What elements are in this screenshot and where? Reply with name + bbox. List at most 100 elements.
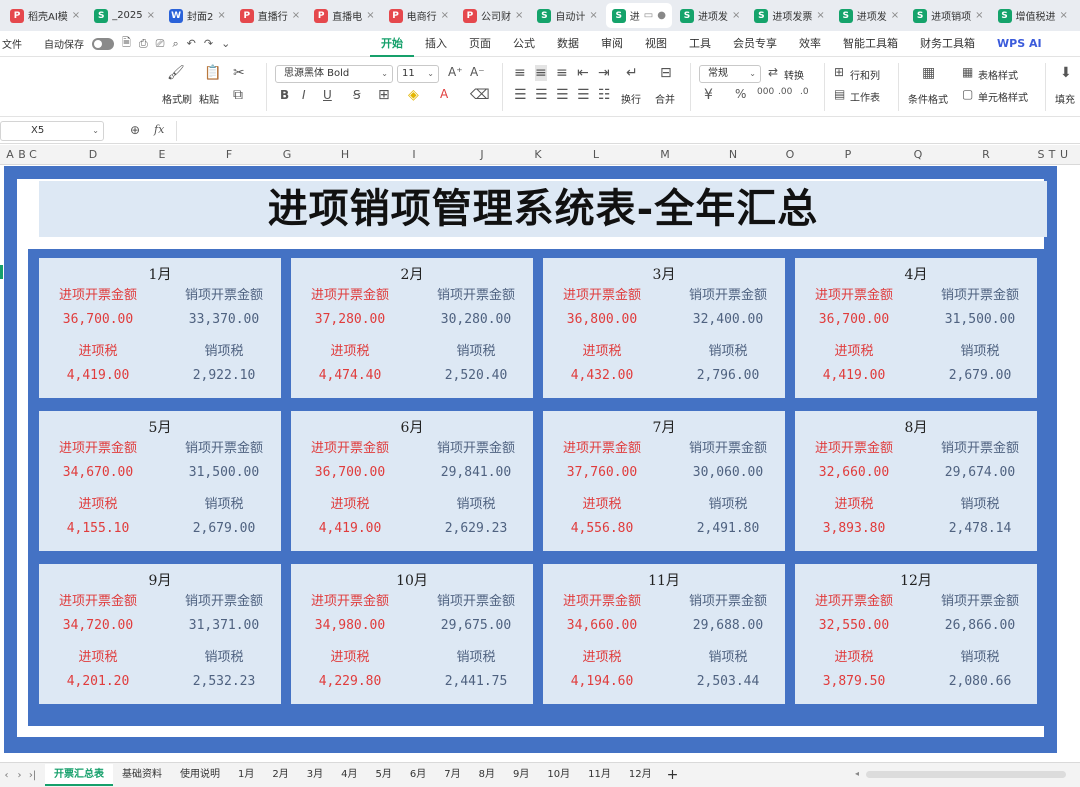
column-header[interactable]: A (4, 145, 16, 165)
document-tab[interactable]: W 封面2 × (163, 3, 232, 28)
menu-tab[interactable]: 公式 (502, 31, 546, 57)
copy-icon[interactable]: ⧉ (233, 87, 243, 103)
underline-icon[interactable]: U (323, 88, 332, 102)
menu-tab[interactable]: 财务工具箱 (909, 31, 986, 57)
file-menu[interactable]: 文件 (2, 36, 22, 51)
prev-sheet-icon[interactable]: › (13, 770, 26, 781)
close-icon[interactable]: × (72, 10, 80, 21)
paste-button[interactable]: 粘贴 (199, 91, 219, 106)
distribute-icon[interactable]: ☷ (598, 87, 611, 103)
menu-tab[interactable]: 视图 (634, 31, 678, 57)
sheet-tab[interactable]: 10月 (538, 764, 579, 786)
column-header[interactable]: U (1058, 145, 1070, 165)
menu-tab[interactable]: 工具 (678, 31, 722, 57)
document-tab[interactable]: P 公司财 × (457, 3, 529, 28)
first-sheet-icon[interactable]: ‹ (0, 770, 13, 781)
close-icon[interactable]: × (816, 10, 824, 21)
merge-icon[interactable]: ⊟ (660, 65, 672, 81)
column-header[interactable]: O (784, 145, 796, 165)
formula-input[interactable] (176, 121, 1076, 141)
align-center-icon[interactable]: ☰ (535, 87, 548, 103)
column-header[interactable]: F (223, 145, 235, 165)
document-tab[interactable]: S 增值税进 × (992, 3, 1074, 28)
format-painter-icon[interactable]: 🖌 (167, 65, 185, 81)
close-icon[interactable]: × (217, 10, 225, 21)
paste-icon[interactable]: 📋 (204, 65, 221, 81)
column-header[interactable]: H (339, 145, 351, 165)
indent-decrease-icon[interactable]: ⇤ (577, 65, 589, 81)
convert-button[interactable]: 转换 (784, 67, 804, 82)
sheet-tab[interactable]: 6月 (401, 764, 435, 786)
save-icon[interactable]: 🗎 (122, 34, 131, 53)
font-name-select[interactable]: 思源黑体 Bold ⌄ (275, 65, 393, 83)
document-tab[interactable]: S 进项发 × (833, 3, 905, 28)
document-tab[interactable]: P 直播电 × (308, 3, 380, 28)
indent-increase-icon[interactable]: ⇥ (598, 65, 610, 81)
column-header[interactable]: D (87, 145, 99, 165)
monitor-icon[interactable]: ▭ (644, 10, 653, 21)
sheet-tab[interactable]: 基础资料 (113, 764, 171, 786)
increase-font-icon[interactable]: A⁺ (448, 65, 463, 79)
wrap-button[interactable]: 换行 (621, 91, 641, 106)
column-header[interactable]: P (842, 145, 854, 165)
align-middle-icon[interactable]: ≡ (535, 65, 547, 81)
decrease-font-icon[interactable]: A⁻ (470, 65, 485, 79)
column-header[interactable]: T (1046, 145, 1058, 165)
close-icon[interactable]: × (589, 10, 597, 21)
close-icon[interactable]: × (1060, 10, 1068, 21)
column-header[interactable]: G (281, 145, 293, 165)
undo-icon[interactable]: ↶ (187, 37, 196, 50)
column-header[interactable]: I (408, 145, 420, 165)
format-painter-button[interactable]: 格式刷 (162, 91, 192, 106)
document-tab[interactable]: S 进项发票 × (748, 3, 830, 28)
fill-color-icon[interactable]: ◈ (408, 87, 419, 103)
document-tab[interactable]: S _2025 × (88, 3, 161, 28)
scroll-left-icon[interactable]: ◂ (855, 769, 859, 778)
sheet-tab[interactable]: 11月 (579, 764, 620, 786)
sheet-tab[interactable]: 5月 (367, 764, 401, 786)
close-icon[interactable]: × (891, 10, 899, 21)
menu-tab[interactable]: 插入 (414, 31, 458, 57)
sheet-tab[interactable]: 开票汇总表 (45, 764, 113, 786)
close-dot-icon[interactable]: ● (657, 10, 666, 21)
sheet-tab[interactable]: 1月 (229, 764, 263, 786)
sheet-tab[interactable]: 2月 (263, 764, 297, 786)
column-header[interactable]: K (532, 145, 544, 165)
strikethrough-icon[interactable]: Ꞩ (353, 88, 361, 102)
rows-cols-button[interactable]: 行和列 (850, 67, 880, 82)
print-icon[interactable]: ⎚ (156, 37, 165, 51)
sheet-tab[interactable]: 4月 (332, 764, 366, 786)
align-right-icon[interactable]: ☰ (556, 87, 569, 103)
font-color-icon[interactable]: A (440, 87, 448, 101)
menu-tab[interactable]: 智能工具箱 (832, 31, 909, 57)
sheet-canvas[interactable]: 进项销项管理系统表-全年汇总 1月 进项开票金额 销项开票金额 36,700.00 33… (0, 165, 1080, 762)
column-header[interactable]: M (659, 145, 671, 165)
sheet-tab[interactable]: 使用说明 (171, 764, 229, 786)
close-icon[interactable]: × (975, 10, 983, 21)
redo-icon[interactable]: ↷ (204, 37, 213, 50)
number-format-select[interactable]: 常规 ⌄ (699, 65, 761, 83)
add-sheet-icon[interactable]: + (661, 767, 685, 783)
fill-icon[interactable]: ⬇ (1060, 65, 1072, 81)
column-header[interactable]: N (727, 145, 739, 165)
function-icon[interactable]: fx (154, 123, 164, 136)
italic-icon[interactable]: I (302, 88, 306, 102)
table-style-button[interactable]: 表格样式 (978, 67, 1018, 82)
close-icon[interactable]: × (441, 10, 449, 21)
menu-tab[interactable]: 会员专享 (722, 31, 788, 57)
horizontal-scrollbar[interactable] (866, 771, 1066, 778)
last-sheet-icon[interactable]: ›| (26, 770, 39, 781)
menu-tab[interactable]: WPS AI (986, 31, 1053, 57)
column-header[interactable]: Q (912, 145, 924, 165)
rows-cols-icon[interactable]: ⊞ (834, 65, 844, 79)
merge-button[interactable]: 合并 (655, 91, 675, 106)
border-icon[interactable]: ⊞ (378, 87, 390, 103)
column-header[interactable]: R (980, 145, 992, 165)
close-icon[interactable]: × (732, 10, 740, 21)
worksheet-icon[interactable]: ▤ (834, 87, 845, 101)
close-icon[interactable]: × (147, 10, 155, 21)
column-header[interactable]: C (27, 145, 39, 165)
document-tab[interactable]: S财务× (1076, 3, 1080, 28)
name-box[interactable]: X5 ⌄ (0, 121, 104, 141)
document-tab[interactable]: S 进 ▭ ● (605, 3, 672, 28)
